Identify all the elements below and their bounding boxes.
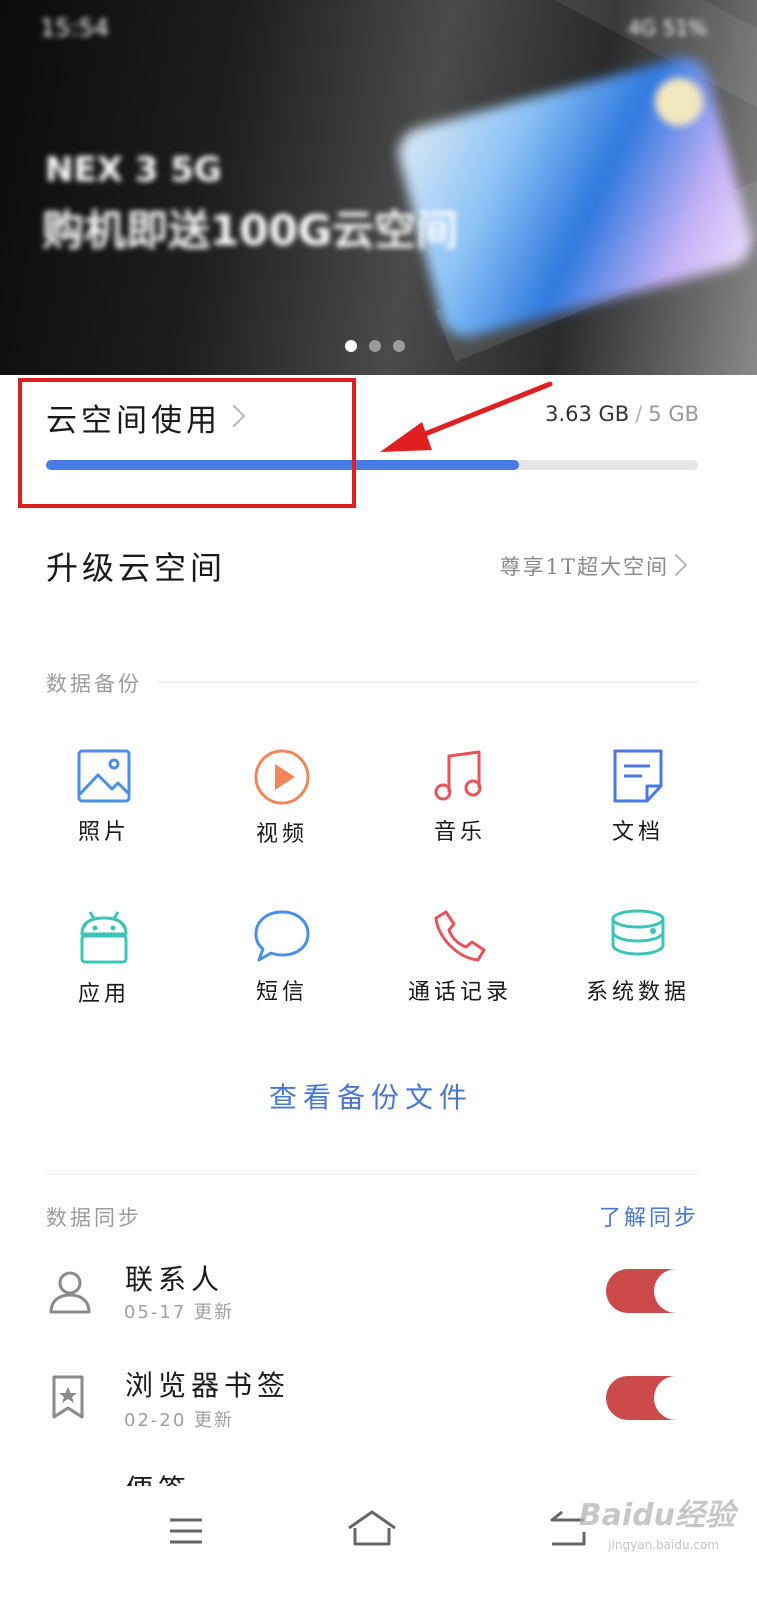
menu-icon[interactable] — [168, 1516, 204, 1546]
view-backup-files-link[interactable]: 查看备份文件 — [0, 1076, 742, 1116]
annotation-arrow-icon — [380, 381, 553, 452]
backup-item-system-data[interactable]: 系统数据 — [558, 908, 718, 1006]
backup-item-apps[interactable]: 应用 — [24, 908, 184, 1008]
page-dot — [345, 340, 357, 352]
backup-item-label: 短信 — [255, 980, 308, 1005]
section-divider — [158, 682, 698, 683]
backup-item-call-log[interactable]: 通话记录 — [380, 908, 540, 1006]
backup-section-label: 数据备份 — [46, 672, 142, 696]
backup-item-label: 音乐 — [433, 820, 486, 845]
backup-item-videos[interactable]: 视频 — [202, 748, 362, 848]
bookmarks-sync-toggle[interactable] — [606, 1376, 698, 1420]
message-bubble-icon — [254, 910, 310, 962]
storage-usage-amount: 3.63 GB/5 GB — [545, 402, 699, 426]
backup-item-label: 系统数据 — [585, 980, 690, 1005]
section-divider — [46, 1174, 698, 1175]
backup-item-label: 照片 — [77, 820, 130, 845]
sync-section-label: 数据同步 — [46, 1206, 142, 1230]
sync-item-name: 浏览器书签 — [125, 1369, 291, 1402]
status-bar-indicators: 4G 51% — [627, 16, 707, 40]
sync-item-date: 05-17 更新 — [124, 1302, 235, 1323]
watermark-logo: Baidu经验 — [578, 1498, 735, 1533]
backup-item-photos[interactable]: 照片 — [24, 748, 184, 846]
backup-item-label: 视频 — [255, 822, 308, 847]
bookmark-icon — [52, 1375, 84, 1419]
contacts-sync-toggle[interactable] — [606, 1269, 698, 1313]
android-app-icon — [80, 911, 128, 964]
sync-item-name-partial: 便签 — [125, 1472, 191, 1486]
photo-icon — [77, 749, 131, 803]
promo-banner[interactable]: 15:54 4G 51% NEX 3 5G 购机即送100G云空间 — [0, 0, 757, 375]
backup-item-sms[interactable]: 短信 — [202, 908, 362, 1006]
backup-item-music[interactable]: 音乐 — [380, 748, 540, 846]
contact-icon — [49, 1271, 91, 1314]
sync-item-date: 02-20 更新 — [124, 1410, 235, 1431]
backup-item-label: 文档 — [611, 820, 664, 845]
learn-sync-link[interactable]: 了解同步 — [599, 1200, 699, 1232]
home-icon[interactable] — [346, 1508, 398, 1548]
upgrade-cloud-title[interactable]: 升级云空间 — [46, 543, 226, 589]
database-icon — [611, 909, 665, 956]
storage-separator: / — [635, 402, 643, 426]
watermark-url: jingyan.baidu.com — [608, 1538, 719, 1552]
banner-page-indicator — [345, 340, 405, 352]
document-icon — [613, 749, 663, 803]
banner-phone-camera — [655, 78, 703, 126]
backup-item-documents[interactable]: 文档 — [558, 748, 718, 846]
banner-promo-text: 购机即送100G云空间 — [42, 206, 459, 255]
phone-icon — [434, 910, 486, 962]
backup-item-label: 应用 — [77, 982, 130, 1007]
page-dot — [369, 340, 381, 352]
music-note-icon — [434, 750, 482, 801]
sync-item-name: 联系人 — [125, 1263, 225, 1296]
annotation-highlight-box — [18, 378, 356, 508]
banner-brand: NEX 3 5G — [45, 150, 222, 190]
page-dot — [393, 340, 405, 352]
upgrade-cloud-hint[interactable]: 尊享1T超大空间 — [500, 551, 669, 581]
video-play-icon — [254, 749, 310, 805]
storage-total: 5 GB — [648, 402, 699, 426]
status-bar-time: 15:54 — [40, 14, 110, 42]
backup-item-label: 通话记录 — [407, 980, 512, 1005]
